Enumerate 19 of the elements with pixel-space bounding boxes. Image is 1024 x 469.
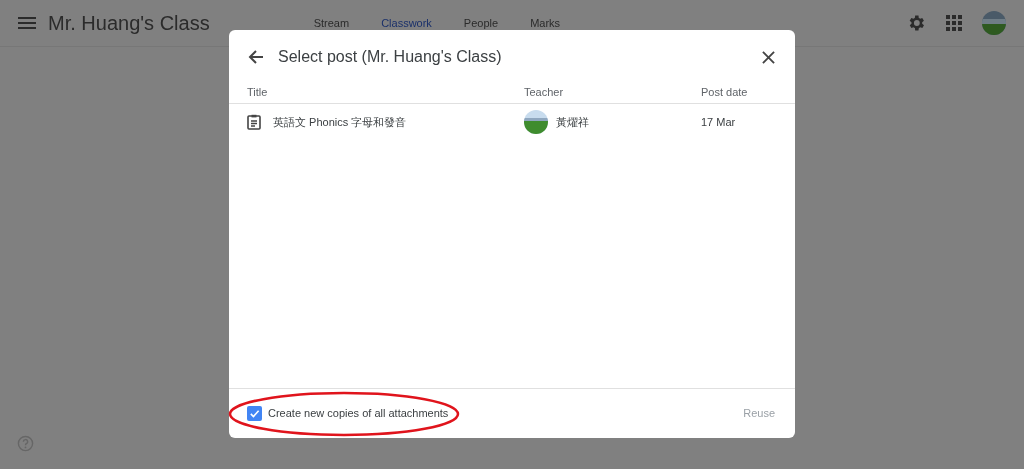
assignment-icon [247,114,261,130]
menu-icon[interactable] [18,17,36,29]
apps-grid-icon[interactable] [946,15,962,31]
close-icon[interactable] [762,50,775,64]
nav-tab[interactable]: Stream [307,10,356,36]
column-header: Title [247,85,269,101]
nav-tab[interactable]: Marks [524,10,567,36]
nav-tab[interactable]: Classwork [375,10,438,36]
post-title: 英語文 Phonics 字母和發音 [273,114,407,130]
column-header: Post date [701,85,749,101]
column-header: Teacher [524,85,565,101]
back-arrow-icon[interactable] [248,49,264,65]
teacher-name: 黃燿祥 [556,114,589,130]
dialog-title: Select post (Mr. Huang's Class) [278,47,502,67]
class-title: Mr. Huang's Class [48,11,210,36]
post-date: 17 Mar [701,114,737,130]
checkbox-label: Create new copies of all attachments [268,406,449,422]
checkbox[interactable] [247,406,262,421]
nav-tab[interactable]: People [457,10,505,36]
